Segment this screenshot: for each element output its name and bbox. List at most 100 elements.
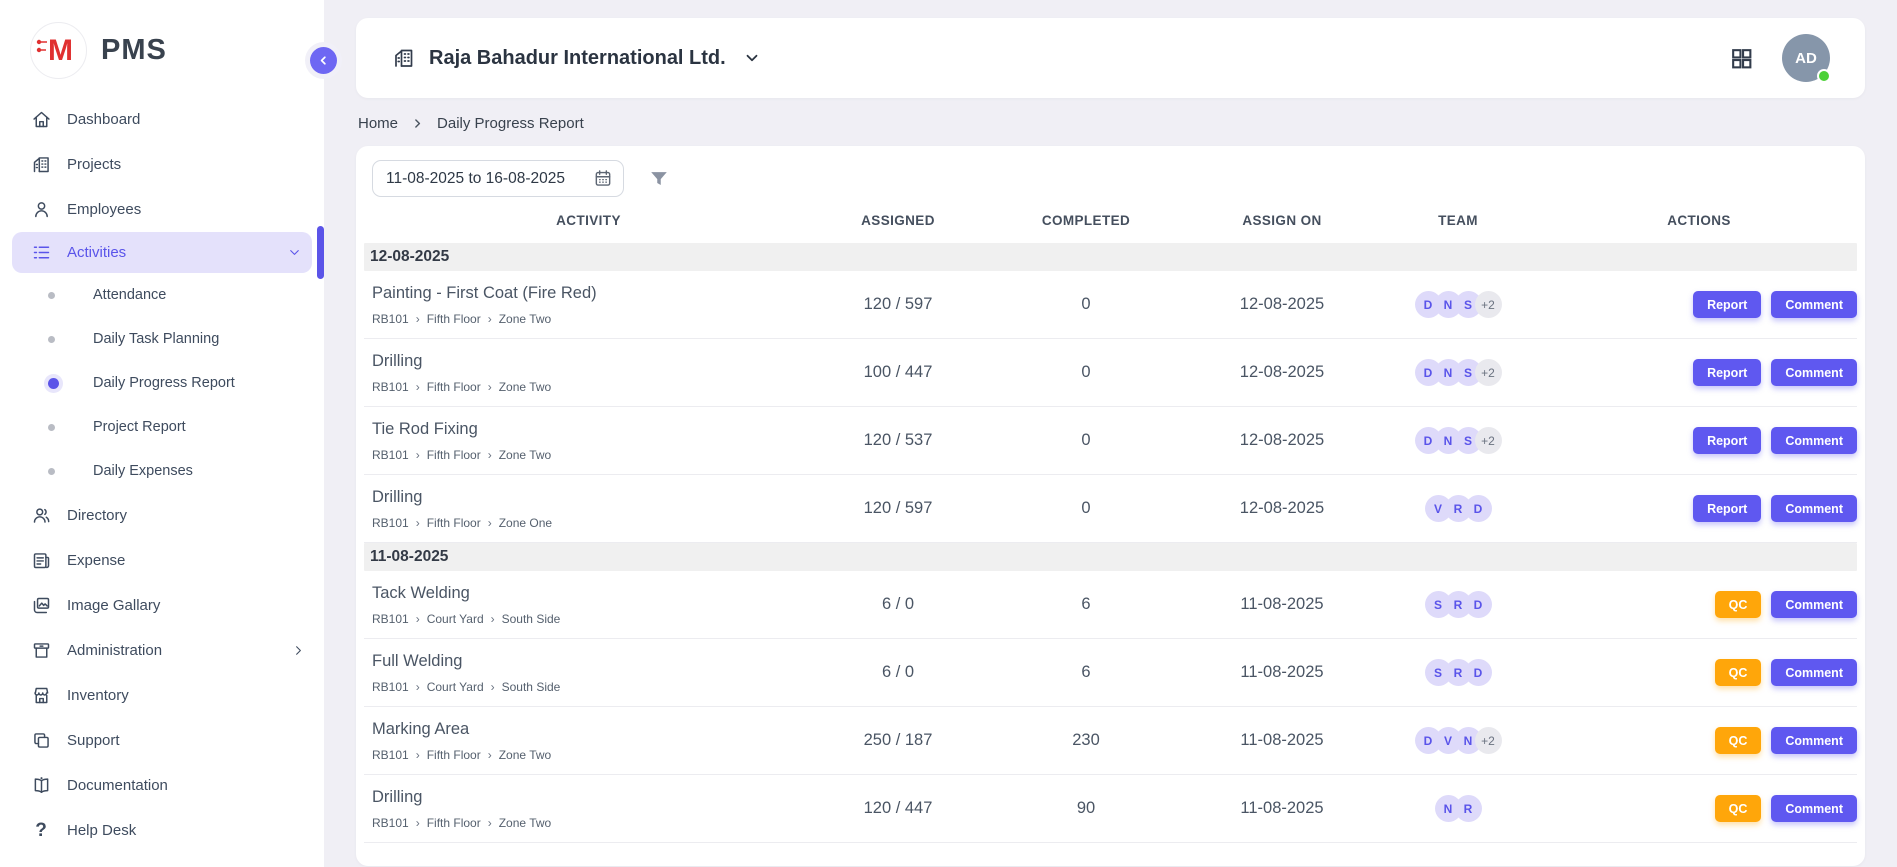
report-button[interactable]: Report — [1693, 291, 1761, 318]
sidebar-item-label: Expense — [67, 552, 125, 569]
sidebar-item-projects[interactable]: Projects — [0, 142, 324, 187]
sidebar-item-activities[interactable]: Activities — [12, 232, 312, 273]
completed-value: 0 — [983, 499, 1189, 518]
actions-cell: QC Comment — [1541, 795, 1857, 822]
date-group-header: 12-08-2025 — [364, 243, 1857, 271]
team-overflow-badge[interactable]: +2 — [1475, 427, 1502, 454]
team-overflow-badge[interactable]: +2 — [1475, 291, 1502, 318]
company-selector[interactable]: Raja Bahadur International Ltd. — [392, 46, 761, 70]
sidebar-collapse-button[interactable] — [310, 47, 337, 74]
sidebar-item-documentation[interactable]: Documentation — [0, 763, 324, 808]
path-separator-icon: › — [416, 816, 420, 830]
team-overflow-badge[interactable]: +2 — [1475, 727, 1502, 754]
qc-button[interactable]: QC — [1715, 659, 1762, 686]
path-separator-icon: › — [488, 816, 492, 830]
path-segment: South Side — [502, 680, 561, 694]
team-avatar: D — [1465, 659, 1492, 686]
path-separator-icon: › — [491, 680, 495, 694]
team-avatars: NR — [1375, 795, 1541, 822]
sidebar-item-support[interactable]: Support — [0, 718, 324, 763]
breadcrumb-current: Daily Progress Report — [437, 115, 584, 132]
chevron-down-icon — [287, 245, 302, 260]
qc-button[interactable]: QC — [1715, 727, 1762, 754]
actions-cell: Report Comment — [1541, 359, 1857, 386]
path-segment: RB101 — [372, 612, 409, 626]
activity-path: RB101›Court Yard›South Side — [372, 680, 803, 694]
sidebar-subitem-daily-task-planning[interactable]: Daily Task Planning — [0, 317, 324, 361]
table-header: ACTIVITY ASSIGNED COMPLETED ASSIGN ON TE… — [364, 197, 1857, 243]
path-segment: Court Yard — [427, 680, 484, 694]
app-title: PMS — [101, 34, 167, 67]
user-avatar[interactable]: AD — [1782, 34, 1830, 82]
completed-value: 230 — [983, 731, 1189, 750]
report-button[interactable]: Report — [1693, 495, 1761, 522]
filter-button[interactable] — [648, 168, 670, 190]
completed-value: 6 — [983, 663, 1189, 682]
question-icon: ? — [30, 820, 52, 842]
sidebar-item-label: Dashboard — [67, 111, 140, 128]
activity-cell: Tack WeldingRB101›Court Yard›South Side — [364, 575, 813, 635]
activity-cell: Marking AreaRB101›Fifth Floor›Zone Two — [364, 711, 813, 771]
actions-cell: QC Comment — [1541, 727, 1857, 754]
activity-title: Tack Welding — [372, 584, 803, 603]
path-separator-icon: › — [416, 380, 420, 394]
report-button[interactable]: Report — [1693, 427, 1761, 454]
qc-button[interactable]: QC — [1715, 591, 1762, 618]
team-avatars: DVN+2 — [1375, 727, 1541, 754]
comment-button[interactable]: Comment — [1771, 359, 1857, 386]
table-row: Marking AreaRB101›Fifth Floor›Zone Two25… — [364, 707, 1857, 775]
table-row: DrillingRB101›Fifth Floor›Zone Two100 / … — [364, 339, 1857, 407]
activity-cell: DrillingRB101›Fifth Floor›Zone Two — [364, 343, 813, 403]
comment-button[interactable]: Comment — [1771, 795, 1857, 822]
assign-on-date: 12-08-2025 — [1189, 431, 1375, 450]
comment-button[interactable]: Comment — [1771, 427, 1857, 454]
actions-cell: Report Comment — [1541, 427, 1857, 454]
team-avatars: DNS+2 — [1375, 291, 1541, 318]
store-icon — [30, 685, 52, 707]
path-segment: RB101 — [372, 680, 409, 694]
sidebar-item-employees[interactable]: Employees — [0, 187, 324, 232]
sidebar-subitem-daily-expenses[interactable]: Daily Expenses — [0, 449, 324, 493]
logo-network-icon — [36, 38, 52, 56]
path-segment: RB101 — [372, 448, 409, 462]
table-body: 12-08-2025Painting - First Coat (Fire Re… — [364, 243, 1857, 843]
breadcrumb-home[interactable]: Home — [358, 115, 398, 132]
sidebar-item-expense[interactable]: Expense — [0, 538, 324, 583]
sidebar-item-label: Support — [67, 732, 120, 749]
team-avatar: D — [1465, 495, 1492, 522]
app-root: M PMS Dashboard ProjectsEmployeesActiviti… — [0, 0, 1897, 867]
comment-button[interactable]: Comment — [1771, 291, 1857, 318]
comment-button[interactable]: Comment — [1771, 659, 1857, 686]
sidebar-item-administration[interactable]: Administration — [0, 628, 324, 673]
sidebar-item-directory[interactable]: Directory — [0, 493, 324, 538]
comment-button[interactable]: Comment — [1771, 591, 1857, 618]
date-range-input[interactable] — [372, 160, 624, 197]
comment-button[interactable]: Comment — [1771, 727, 1857, 754]
sidebar-subitem-daily-progress-report[interactable]: Daily Progress Report — [0, 361, 324, 405]
team-overflow-badge[interactable]: +2 — [1475, 359, 1502, 386]
date-group-label: 12-08-2025 — [370, 248, 449, 266]
sidebar-item-image-gallary[interactable]: Image Gallary — [0, 583, 324, 628]
sidebar-item-inventory[interactable]: Inventory — [0, 673, 324, 718]
comment-button[interactable]: Comment — [1771, 495, 1857, 522]
path-segment: South Side — [502, 612, 561, 626]
team-avatars: SRD — [1375, 659, 1541, 686]
qc-button[interactable]: QC — [1715, 795, 1762, 822]
sidebar-subitem-attendance[interactable]: Attendance — [0, 273, 324, 317]
path-segment: Zone Two — [499, 816, 551, 830]
path-separator-icon: › — [488, 748, 492, 762]
team-avatars: VRD — [1375, 495, 1541, 522]
activity-cell: DrillingRB101›Fifth Floor›Zone One — [364, 479, 813, 539]
col-actions: ACTIONS — [1541, 213, 1857, 228]
actions-cell: QC Comment — [1541, 591, 1857, 618]
report-button[interactable]: Report — [1693, 359, 1761, 386]
apps-grid-button[interactable] — [1729, 46, 1754, 71]
path-segment: RB101 — [372, 312, 409, 326]
path-segment: RB101 — [372, 380, 409, 394]
sidebar-item-help-desk[interactable]: ?Help Desk — [0, 808, 324, 853]
logo-badge: M — [30, 22, 87, 79]
sidebar-subitem-label: Project Report — [93, 419, 186, 435]
table-row: Tack WeldingRB101›Court Yard›South Side6… — [364, 571, 1857, 639]
sidebar-item-dashboard[interactable]: Dashboard — [0, 97, 324, 142]
sidebar-subitem-project-report[interactable]: Project Report — [0, 405, 324, 449]
